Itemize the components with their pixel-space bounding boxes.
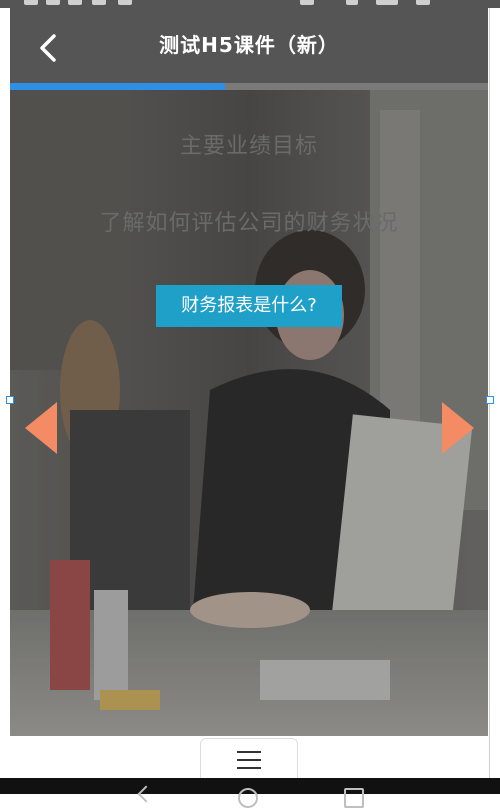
prev-slide-button[interactable] xyxy=(25,402,57,454)
bottom-bar xyxy=(10,736,488,779)
slide-heading: 主要业绩目标 xyxy=(179,134,318,159)
page-title: 测试H5课件（新） xyxy=(159,33,339,57)
recents-nav-icon[interactable] xyxy=(344,788,364,808)
progress-fill xyxy=(10,83,226,90)
back-button[interactable] xyxy=(30,28,70,68)
signal-icon xyxy=(300,0,314,5)
battery-icon xyxy=(376,0,398,5)
hamburger-menu-icon xyxy=(237,767,261,769)
status-bar xyxy=(0,0,500,8)
hamburger-menu-icon xyxy=(237,759,261,761)
notification-icon xyxy=(24,0,38,5)
notification-icon xyxy=(92,0,106,5)
progress-bar xyxy=(10,83,488,90)
chevron-left-icon xyxy=(40,34,56,62)
notification-icon xyxy=(118,0,132,5)
resize-handle-right[interactable] xyxy=(486,396,494,404)
back-nav-icon[interactable] xyxy=(137,785,155,803)
photo-dim-overlay xyxy=(10,90,488,736)
slide-stage: 主要业绩目标 了解如何评估公司的财务状况 财务报表是什么? xyxy=(10,90,488,736)
notification-icon xyxy=(46,0,60,5)
hamburger-menu-icon xyxy=(237,751,261,753)
resize-handle-left[interactable] xyxy=(6,396,14,404)
wifi-icon xyxy=(346,0,358,5)
financial-statements-button[interactable]: 财务报表是什么? xyxy=(156,285,342,327)
slide-subheading: 了解如何评估公司的财务状况 xyxy=(99,211,399,236)
home-nav-icon[interactable] xyxy=(238,788,258,808)
system-navigation-bar xyxy=(0,778,500,808)
clock-icon xyxy=(416,0,430,5)
menu-button[interactable] xyxy=(200,738,298,779)
notification-icon xyxy=(68,0,82,5)
title-bar: 测试H5课件（新） xyxy=(10,8,488,83)
next-slide-button[interactable] xyxy=(442,402,474,454)
